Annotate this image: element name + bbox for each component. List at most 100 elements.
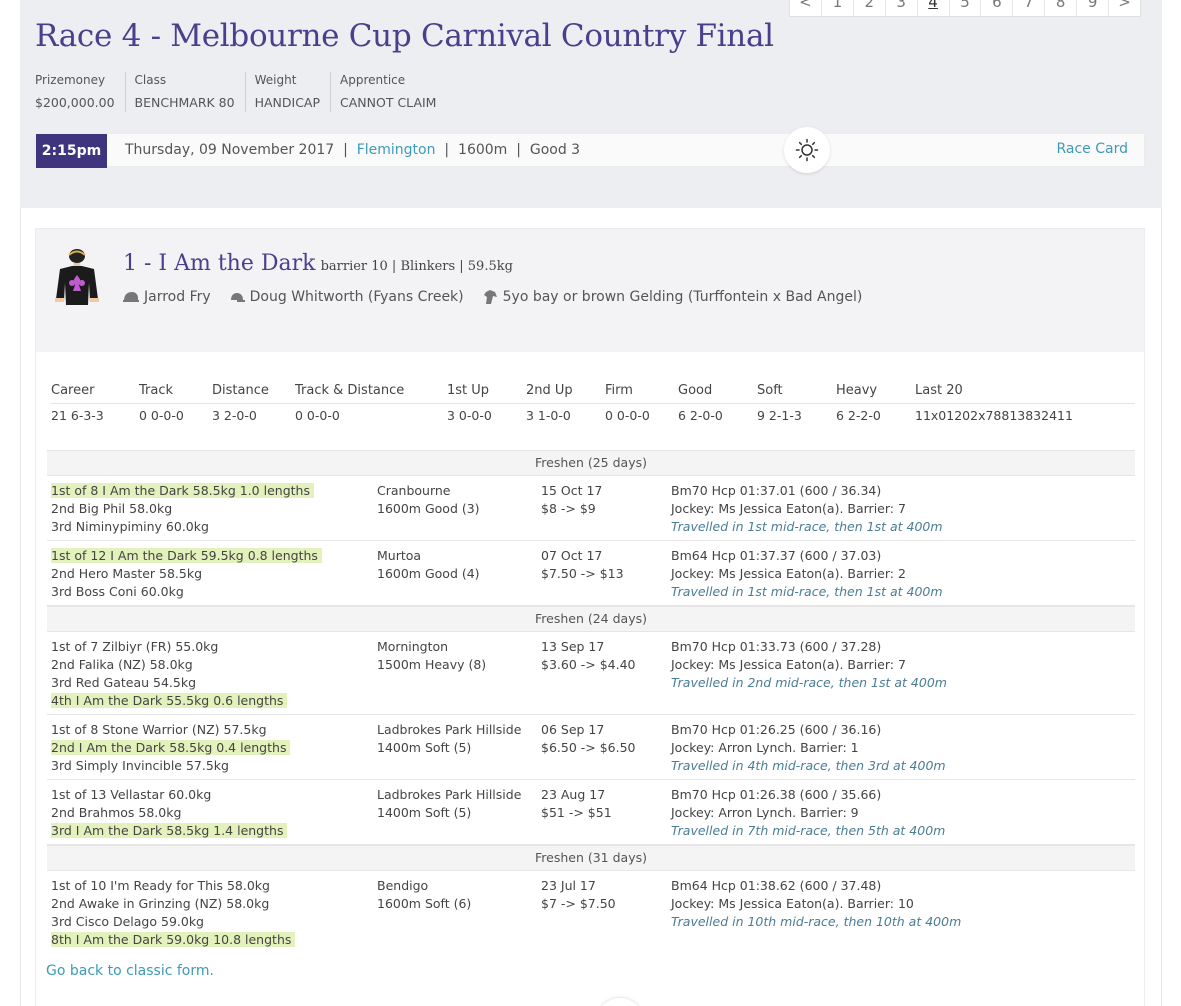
horse-name: 1 - I Am the Dark bbox=[123, 251, 316, 276]
track-info: 1400m Soft (5) bbox=[377, 805, 472, 820]
meta-value: HANDICAP bbox=[254, 95, 321, 110]
race-info: Bm70 Hcp 01:26.25 (600 / 36.16) bbox=[671, 722, 882, 737]
run-race-info: Bm70 Hcp 01:26.25 (600 / 36.16) Jockey: A… bbox=[671, 721, 946, 775]
race-info: Bm70 Hcp 01:33.73 (600 / 37.28) bbox=[671, 639, 882, 654]
track-info: 1600m Good (4) bbox=[377, 566, 480, 581]
race-info: Bm64 Hcp 01:37.37 (600 / 37.03) bbox=[671, 548, 882, 563]
pager-item[interactable]: 5 bbox=[950, 0, 982, 16]
helmet-icon bbox=[123, 292, 139, 302]
placing-text: 2nd Falika (NZ) 58.0kg bbox=[51, 657, 193, 672]
track-info: 1500m Heavy (8) bbox=[377, 657, 487, 672]
track-info: 1400m Soft (5) bbox=[377, 740, 472, 755]
race-info: Jockey: Ms Jessica Eaton(a). Barrier: 7 bbox=[671, 657, 906, 672]
date-info: 07 Oct 17 bbox=[541, 548, 603, 563]
race-meta: Prizemoney $200,000.00 Class BENCHMARK 80 We… bbox=[35, 72, 446, 112]
placing: 2nd I Am the Dark 58.5kg 0.4 lengths bbox=[51, 739, 291, 757]
placing: 3rd Boss Coni 60.0kg bbox=[51, 583, 322, 601]
form-guide: Career Track Distance Track & Distance 1st U… bbox=[35, 352, 1145, 1006]
classic-form-link[interactable]: Go back to classic form. bbox=[46, 963, 214, 979]
weather-button[interactable] bbox=[784, 127, 830, 173]
placing: 4th I Am the Dark 55.5kg 0.6 lengths bbox=[51, 692, 288, 710]
meta-item: Weight HANDICAP bbox=[244, 72, 330, 112]
breeding: 5yo bay or brown Gelding (Turffontein x … bbox=[482, 289, 863, 305]
pager-item[interactable]: 4 bbox=[918, 0, 950, 16]
pager-item[interactable]: 7 bbox=[1013, 0, 1046, 16]
date-info: $3.60 -> $4.40 bbox=[541, 657, 636, 672]
placing-text: 1st of 10 I'm Ready for This 58.0kg bbox=[51, 878, 270, 893]
venue-link[interactable]: Flemington bbox=[357, 142, 436, 158]
placing: 2nd Brahmos 58.0kg bbox=[51, 804, 287, 822]
date-info: $51 -> $51 bbox=[541, 805, 612, 820]
pager-item[interactable]: 6 bbox=[981, 0, 1014, 16]
meta-label: Apprentice bbox=[340, 73, 406, 87]
meta-item: Class BENCHMARK 80 bbox=[124, 72, 245, 112]
placing: 1st of 12 I Am the Dark 59.5kg 0.8 lengt… bbox=[51, 547, 322, 565]
horse-details: barrier 10 | Blinkers | 59.5kg bbox=[320, 259, 513, 274]
meta-value: $200,000.00 bbox=[35, 95, 115, 110]
race-info: Bm64 Hcp 01:38.62 (600 / 37.48) bbox=[671, 878, 882, 893]
pager-item[interactable]: 1 bbox=[822, 0, 854, 16]
placing-text: 3rd Boss Coni 60.0kg bbox=[51, 584, 184, 599]
placing: 2nd Falika (NZ) 58.0kg bbox=[51, 656, 287, 674]
placing: 3rd Cisco Delago 59.0kg bbox=[51, 913, 295, 931]
stat-header: Track & Distance bbox=[295, 383, 405, 398]
placing: 1st of 7 Zilbiyr (FR) 55.0kg bbox=[51, 638, 287, 656]
placing: 3rd Niminypiminy 60.0kg bbox=[51, 518, 314, 536]
stat-header: Firm bbox=[605, 383, 633, 398]
stat-value: 0 0-0-0 bbox=[295, 408, 340, 423]
placing-text: 2nd Hero Master 58.5kg bbox=[51, 566, 203, 581]
date-info: 23 Jul 17 bbox=[541, 878, 596, 893]
placing-text: 1st of 12 I Am the Dark 59.5kg 0.8 lengt… bbox=[51, 548, 322, 563]
placing-text: 3rd I Am the Dark 58.5kg 1.4 lengths bbox=[51, 823, 288, 838]
race-info-bar: 2:15pm Thursday, 09 November 2017 | Flem… bbox=[35, 127, 1145, 173]
pager-item[interactable]: < bbox=[790, 0, 822, 16]
race-info: Jockey: Ms Jessica Eaton(a). Barrier: 7 bbox=[671, 501, 906, 516]
placing-text: 2nd Big Phil 58.0kg bbox=[51, 501, 173, 516]
pager-item[interactable]: 2 bbox=[854, 0, 886, 16]
placing: 3rd Red Gateau 54.5kg bbox=[51, 674, 287, 692]
jockey-silks-icon bbox=[55, 249, 99, 305]
stat-value: 0 0-0-0 bbox=[139, 408, 184, 423]
race-info: Jockey: Ms Jessica Eaton(a). Barrier: 10 bbox=[671, 896, 914, 911]
freshen-row: Freshen (31 days) bbox=[47, 845, 1135, 871]
date-info: 15 Oct 17 bbox=[541, 483, 603, 498]
cap-icon bbox=[230, 293, 245, 302]
race-card-link[interactable]: Race Card bbox=[1056, 134, 1128, 164]
race-pager: <1 2 3 4 5 6 7 8 9 > bbox=[789, 0, 1141, 17]
divider bbox=[51, 403, 1135, 404]
race-info: Travelled in 2nd mid-race, then 1st at 4… bbox=[671, 675, 947, 690]
date-info: 23 Aug 17 bbox=[541, 787, 606, 802]
pager-item[interactable]: 9 bbox=[1077, 0, 1110, 16]
pager-item[interactable]: 3 bbox=[886, 0, 918, 16]
run-track: Ladbrokes Park Hillside 1400m Soft (5) bbox=[377, 786, 521, 822]
placing: 1st of 8 Stone Warrior (NZ) 57.5kg bbox=[51, 721, 290, 739]
horse-connections: Jarrod Fry Doug Whitworth (Fyans Creek) … bbox=[123, 289, 880, 305]
run-date: 07 Oct 17 $7.50 -> $13 bbox=[541, 547, 624, 583]
stat-header: Soft bbox=[757, 383, 783, 398]
track-condition: Good 3 bbox=[529, 142, 581, 158]
separator: | bbox=[444, 142, 450, 158]
run-placings: 1st of 7 Zilbiyr (FR) 55.0kg 2nd Falika (… bbox=[51, 638, 288, 710]
race-info: Bm70 Hcp 01:37.01 (600 / 36.34) bbox=[671, 483, 882, 498]
run-date: 06 Sep 17 $6.50 -> $6.50 bbox=[541, 721, 636, 757]
date-info: 13 Sep 17 bbox=[541, 639, 605, 654]
breeding-text: 5yo bay or brown Gelding (Turffontein x … bbox=[502, 289, 863, 305]
race-info: Travelled in 7th mid-race, then 5th at 4… bbox=[671, 823, 946, 838]
meta-label: Weight bbox=[254, 73, 297, 87]
trainer: Doug Whitworth (Fyans Creek) bbox=[229, 289, 464, 305]
race-info: Travelled in 4th mid-race, then 3rd at 4… bbox=[671, 758, 946, 773]
separator: | bbox=[516, 142, 521, 158]
placing-text: 4th I Am the Dark 55.5kg 0.6 lengths bbox=[51, 693, 288, 708]
run-row: 1st of 12 I Am the Dark 59.5kg 0.8 lengt… bbox=[47, 541, 1135, 606]
stat-header: Heavy bbox=[836, 383, 878, 398]
race-distance: 1600m bbox=[458, 142, 508, 158]
run-race-info: Bm64 Hcp 01:37.37 (600 / 37.03) Jockey: M… bbox=[671, 547, 943, 601]
stat-header: Good bbox=[678, 383, 713, 398]
pager-item[interactable]: > bbox=[1109, 0, 1140, 16]
placing-text: 2nd Awake in Grinzing (NZ) 58.0kg bbox=[51, 896, 270, 911]
meta-label: Prizemoney bbox=[35, 73, 106, 87]
race-info: Jockey: Arron Lynch. Barrier: 1 bbox=[671, 740, 859, 755]
run-race-info: Bm70 Hcp 01:26.38 (600 / 35.66) Jockey: A… bbox=[671, 786, 945, 840]
pager-item[interactable]: 8 bbox=[1045, 0, 1078, 16]
run-placings: 1st of 10 I'm Ready for This 58.0kg 2nd A… bbox=[51, 877, 296, 949]
